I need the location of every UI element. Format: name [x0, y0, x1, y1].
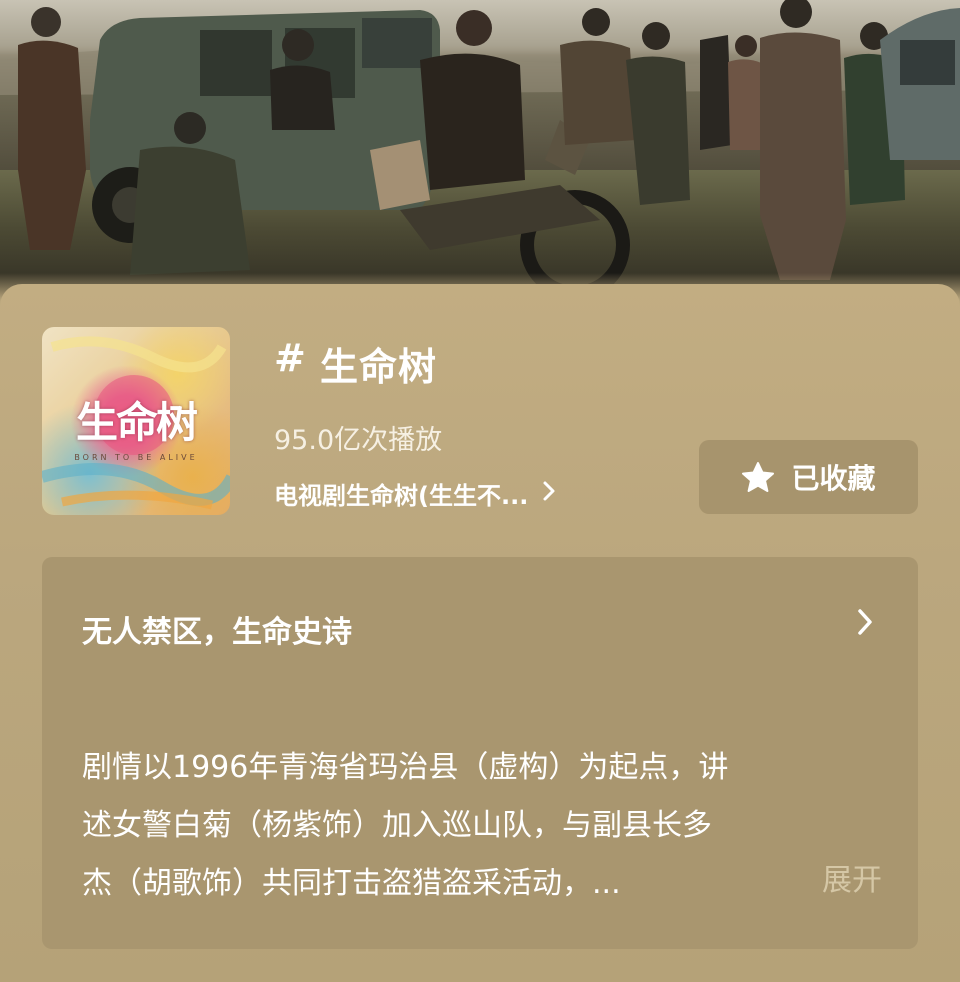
cover-subtitle: BORN TO BE ALIVE	[74, 453, 198, 462]
source-drama-link[interactable]: 电视剧生命树(生生不...	[274, 476, 556, 511]
description-body: 剧情以1996年青海省玛治县（虚构）为起点，讲 述女警白菊（杨紫饰）加入巡山队，…	[82, 739, 882, 913]
expand-button[interactable]: 展开	[822, 855, 882, 899]
topic-title: 生命树	[320, 345, 438, 389]
star-icon	[741, 461, 775, 493]
topic-cover-image[interactable]: 生命树 BORN TO BE ALIVE	[42, 327, 230, 515]
play-count: 95.0亿次播放	[274, 425, 443, 456]
hero-banner	[0, 0, 960, 300]
chevron-right-icon	[542, 480, 556, 508]
description-heading: 无人禁区，生命史诗	[82, 615, 352, 650]
hashtag-symbol: #	[274, 336, 306, 380]
favorited-label: 已收藏	[791, 462, 876, 495]
chevron-right-icon[interactable]	[856, 607, 874, 641]
topic-panel: 生命树 BORN TO BE ALIVE # 生命树 95.0亿次播放 电视剧生…	[0, 284, 960, 982]
description-line: 杰（胡歌饰）共同打击盗猎盗采活动，...	[82, 866, 621, 901]
description-line: 剧情以1996年青海省玛治县（虚构）为起点，讲	[82, 750, 729, 785]
cover-title: 生命树	[75, 398, 198, 447]
favorited-button[interactable]: 已收藏	[699, 440, 918, 514]
source-drama-label: 电视剧生命树(生生不...	[274, 482, 529, 510]
description-line: 述女警白菊（杨紫饰）加入巡山队，与副县长多	[82, 808, 712, 843]
description-card[interactable]: 无人禁区，生命史诗 剧情以1996年青海省玛治县（虚构）为起点，讲 述女警白菊（…	[42, 557, 918, 949]
